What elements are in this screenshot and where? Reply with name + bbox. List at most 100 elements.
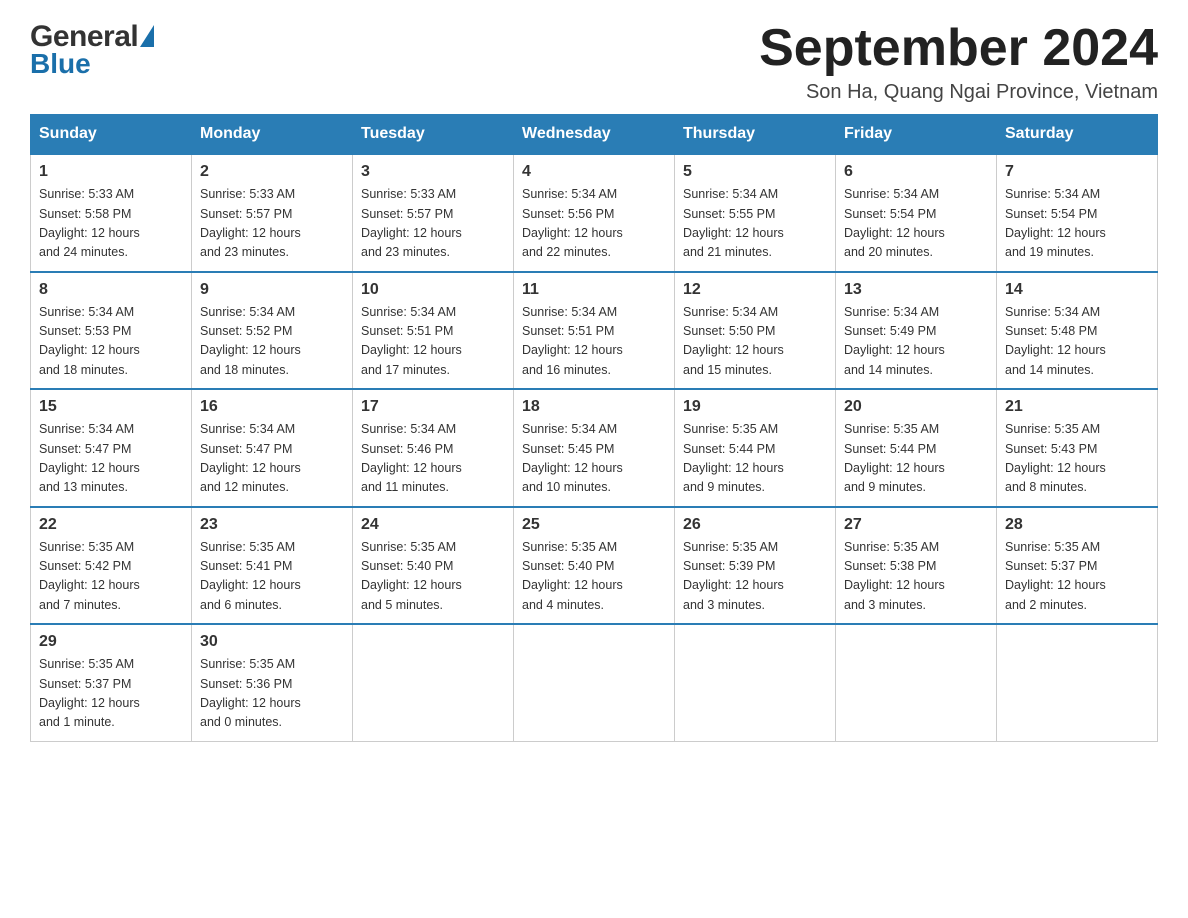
sunrise-info: Sunrise: 5:35 AM <box>522 540 617 554</box>
daylight-minutes-info: and 6 minutes. <box>200 598 282 612</box>
day-info: Sunrise: 5:35 AMSunset: 5:36 PMDaylight:… <box>200 655 344 733</box>
daylight-info: Daylight: 12 hours <box>844 461 945 475</box>
day-number: 22 <box>39 516 183 534</box>
sunrise-info: Sunrise: 5:35 AM <box>844 540 939 554</box>
sunset-info: Sunset: 5:40 PM <box>361 559 453 573</box>
day-info: Sunrise: 5:34 AMSunset: 5:56 PMDaylight:… <box>522 185 666 263</box>
sunset-info: Sunset: 5:53 PM <box>39 324 131 338</box>
daylight-info: Daylight: 12 hours <box>200 226 301 240</box>
daylight-info: Daylight: 12 hours <box>39 226 140 240</box>
day-info: Sunrise: 5:34 AMSunset: 5:46 PMDaylight:… <box>361 420 505 498</box>
calendar-day-cell <box>997 624 1158 741</box>
daylight-info: Daylight: 12 hours <box>200 696 301 710</box>
daylight-info: Daylight: 12 hours <box>683 343 784 357</box>
sunrise-info: Sunrise: 5:35 AM <box>683 422 778 436</box>
day-info: Sunrise: 5:35 AMSunset: 5:43 PMDaylight:… <box>1005 420 1149 498</box>
day-number: 4 <box>522 163 666 181</box>
calendar-day-cell: 14 Sunrise: 5:34 AMSunset: 5:48 PMDaylig… <box>997 272 1158 390</box>
daylight-info: Daylight: 12 hours <box>39 461 140 475</box>
calendar-week-row: 15 Sunrise: 5:34 AMSunset: 5:47 PMDaylig… <box>31 389 1158 507</box>
calendar-day-cell: 29 Sunrise: 5:35 AMSunset: 5:37 PMDaylig… <box>31 624 192 741</box>
day-number: 7 <box>1005 163 1149 181</box>
title-block: September 2024 Son Ha, Quang Ngai Provin… <box>759 20 1158 104</box>
daylight-info: Daylight: 12 hours <box>39 343 140 357</box>
daylight-info: Daylight: 12 hours <box>361 226 462 240</box>
sunset-info: Sunset: 5:57 PM <box>361 207 453 221</box>
calendar-day-cell: 23 Sunrise: 5:35 AMSunset: 5:41 PMDaylig… <box>192 507 353 625</box>
sunrise-info: Sunrise: 5:34 AM <box>361 305 456 319</box>
sunset-info: Sunset: 5:57 PM <box>200 207 292 221</box>
sunset-info: Sunset: 5:51 PM <box>361 324 453 338</box>
daylight-info: Daylight: 12 hours <box>361 578 462 592</box>
sunrise-info: Sunrise: 5:34 AM <box>39 422 134 436</box>
daylight-minutes-info: and 3 minutes. <box>683 598 765 612</box>
sunset-info: Sunset: 5:41 PM <box>200 559 292 573</box>
day-number: 10 <box>361 281 505 299</box>
calendar-day-cell: 26 Sunrise: 5:35 AMSunset: 5:39 PMDaylig… <box>675 507 836 625</box>
day-info: Sunrise: 5:35 AMSunset: 5:42 PMDaylight:… <box>39 538 183 616</box>
day-info: Sunrise: 5:34 AMSunset: 5:48 PMDaylight:… <box>1005 303 1149 381</box>
sunrise-info: Sunrise: 5:35 AM <box>200 540 295 554</box>
sunrise-info: Sunrise: 5:35 AM <box>200 657 295 671</box>
calendar-day-cell <box>514 624 675 741</box>
daylight-minutes-info: and 23 minutes. <box>200 245 289 259</box>
sunset-info: Sunset: 5:39 PM <box>683 559 775 573</box>
calendar-header-thursday: Thursday <box>675 115 836 155</box>
daylight-info: Daylight: 12 hours <box>200 578 301 592</box>
daylight-minutes-info: and 1 minute. <box>39 715 115 729</box>
sunset-info: Sunset: 5:47 PM <box>39 442 131 456</box>
daylight-minutes-info: and 8 minutes. <box>1005 480 1087 494</box>
calendar-day-cell: 17 Sunrise: 5:34 AMSunset: 5:46 PMDaylig… <box>353 389 514 507</box>
daylight-minutes-info: and 18 minutes. <box>200 363 289 377</box>
calendar-day-cell: 30 Sunrise: 5:35 AMSunset: 5:36 PMDaylig… <box>192 624 353 741</box>
daylight-minutes-info: and 19 minutes. <box>1005 245 1094 259</box>
sunrise-info: Sunrise: 5:34 AM <box>39 305 134 319</box>
sunset-info: Sunset: 5:58 PM <box>39 207 131 221</box>
daylight-info: Daylight: 12 hours <box>522 226 623 240</box>
daylight-minutes-info: and 12 minutes. <box>200 480 289 494</box>
calendar-header-wednesday: Wednesday <box>514 115 675 155</box>
calendar-header-monday: Monday <box>192 115 353 155</box>
daylight-minutes-info: and 3 minutes. <box>844 598 926 612</box>
daylight-info: Daylight: 12 hours <box>522 343 623 357</box>
sunrise-info: Sunrise: 5:35 AM <box>39 540 134 554</box>
daylight-minutes-info: and 16 minutes. <box>522 363 611 377</box>
sunset-info: Sunset: 5:40 PM <box>522 559 614 573</box>
daylight-info: Daylight: 12 hours <box>361 461 462 475</box>
day-info: Sunrise: 5:34 AMSunset: 5:55 PMDaylight:… <box>683 185 827 263</box>
day-info: Sunrise: 5:34 AMSunset: 5:51 PMDaylight:… <box>522 303 666 381</box>
daylight-minutes-info: and 18 minutes. <box>39 363 128 377</box>
day-info: Sunrise: 5:33 AMSunset: 5:57 PMDaylight:… <box>200 185 344 263</box>
calendar-day-cell: 20 Sunrise: 5:35 AMSunset: 5:44 PMDaylig… <box>836 389 997 507</box>
sunset-info: Sunset: 5:44 PM <box>683 442 775 456</box>
day-info: Sunrise: 5:34 AMSunset: 5:50 PMDaylight:… <box>683 303 827 381</box>
daylight-info: Daylight: 12 hours <box>683 226 784 240</box>
calendar-day-cell: 5 Sunrise: 5:34 AMSunset: 5:55 PMDayligh… <box>675 154 836 272</box>
daylight-info: Daylight: 12 hours <box>1005 461 1106 475</box>
daylight-minutes-info: and 14 minutes. <box>844 363 933 377</box>
daylight-minutes-info: and 23 minutes. <box>361 245 450 259</box>
sunset-info: Sunset: 5:46 PM <box>361 442 453 456</box>
sunset-info: Sunset: 5:55 PM <box>683 207 775 221</box>
calendar-day-cell: 28 Sunrise: 5:35 AMSunset: 5:37 PMDaylig… <box>997 507 1158 625</box>
sunset-info: Sunset: 5:45 PM <box>522 442 614 456</box>
sunset-info: Sunset: 5:52 PM <box>200 324 292 338</box>
calendar-day-cell: 9 Sunrise: 5:34 AMSunset: 5:52 PMDayligh… <box>192 272 353 390</box>
day-info: Sunrise: 5:35 AMSunset: 5:37 PMDaylight:… <box>39 655 183 733</box>
daylight-info: Daylight: 12 hours <box>844 343 945 357</box>
day-info: Sunrise: 5:34 AMSunset: 5:54 PMDaylight:… <box>844 185 988 263</box>
day-number: 14 <box>1005 281 1149 299</box>
day-number: 8 <box>39 281 183 299</box>
daylight-minutes-info: and 11 minutes. <box>361 480 449 494</box>
daylight-minutes-info: and 4 minutes. <box>522 598 604 612</box>
day-info: Sunrise: 5:34 AMSunset: 5:49 PMDaylight:… <box>844 303 988 381</box>
calendar-day-cell: 21 Sunrise: 5:35 AMSunset: 5:43 PMDaylig… <box>997 389 1158 507</box>
calendar-day-cell: 24 Sunrise: 5:35 AMSunset: 5:40 PMDaylig… <box>353 507 514 625</box>
day-number: 13 <box>844 281 988 299</box>
daylight-info: Daylight: 12 hours <box>39 696 140 710</box>
daylight-minutes-info: and 20 minutes. <box>844 245 933 259</box>
day-number: 16 <box>200 398 344 416</box>
day-number: 11 <box>522 281 666 299</box>
calendar-header-row: SundayMondayTuesdayWednesdayThursdayFrid… <box>31 115 1158 155</box>
day-number: 26 <box>683 516 827 534</box>
